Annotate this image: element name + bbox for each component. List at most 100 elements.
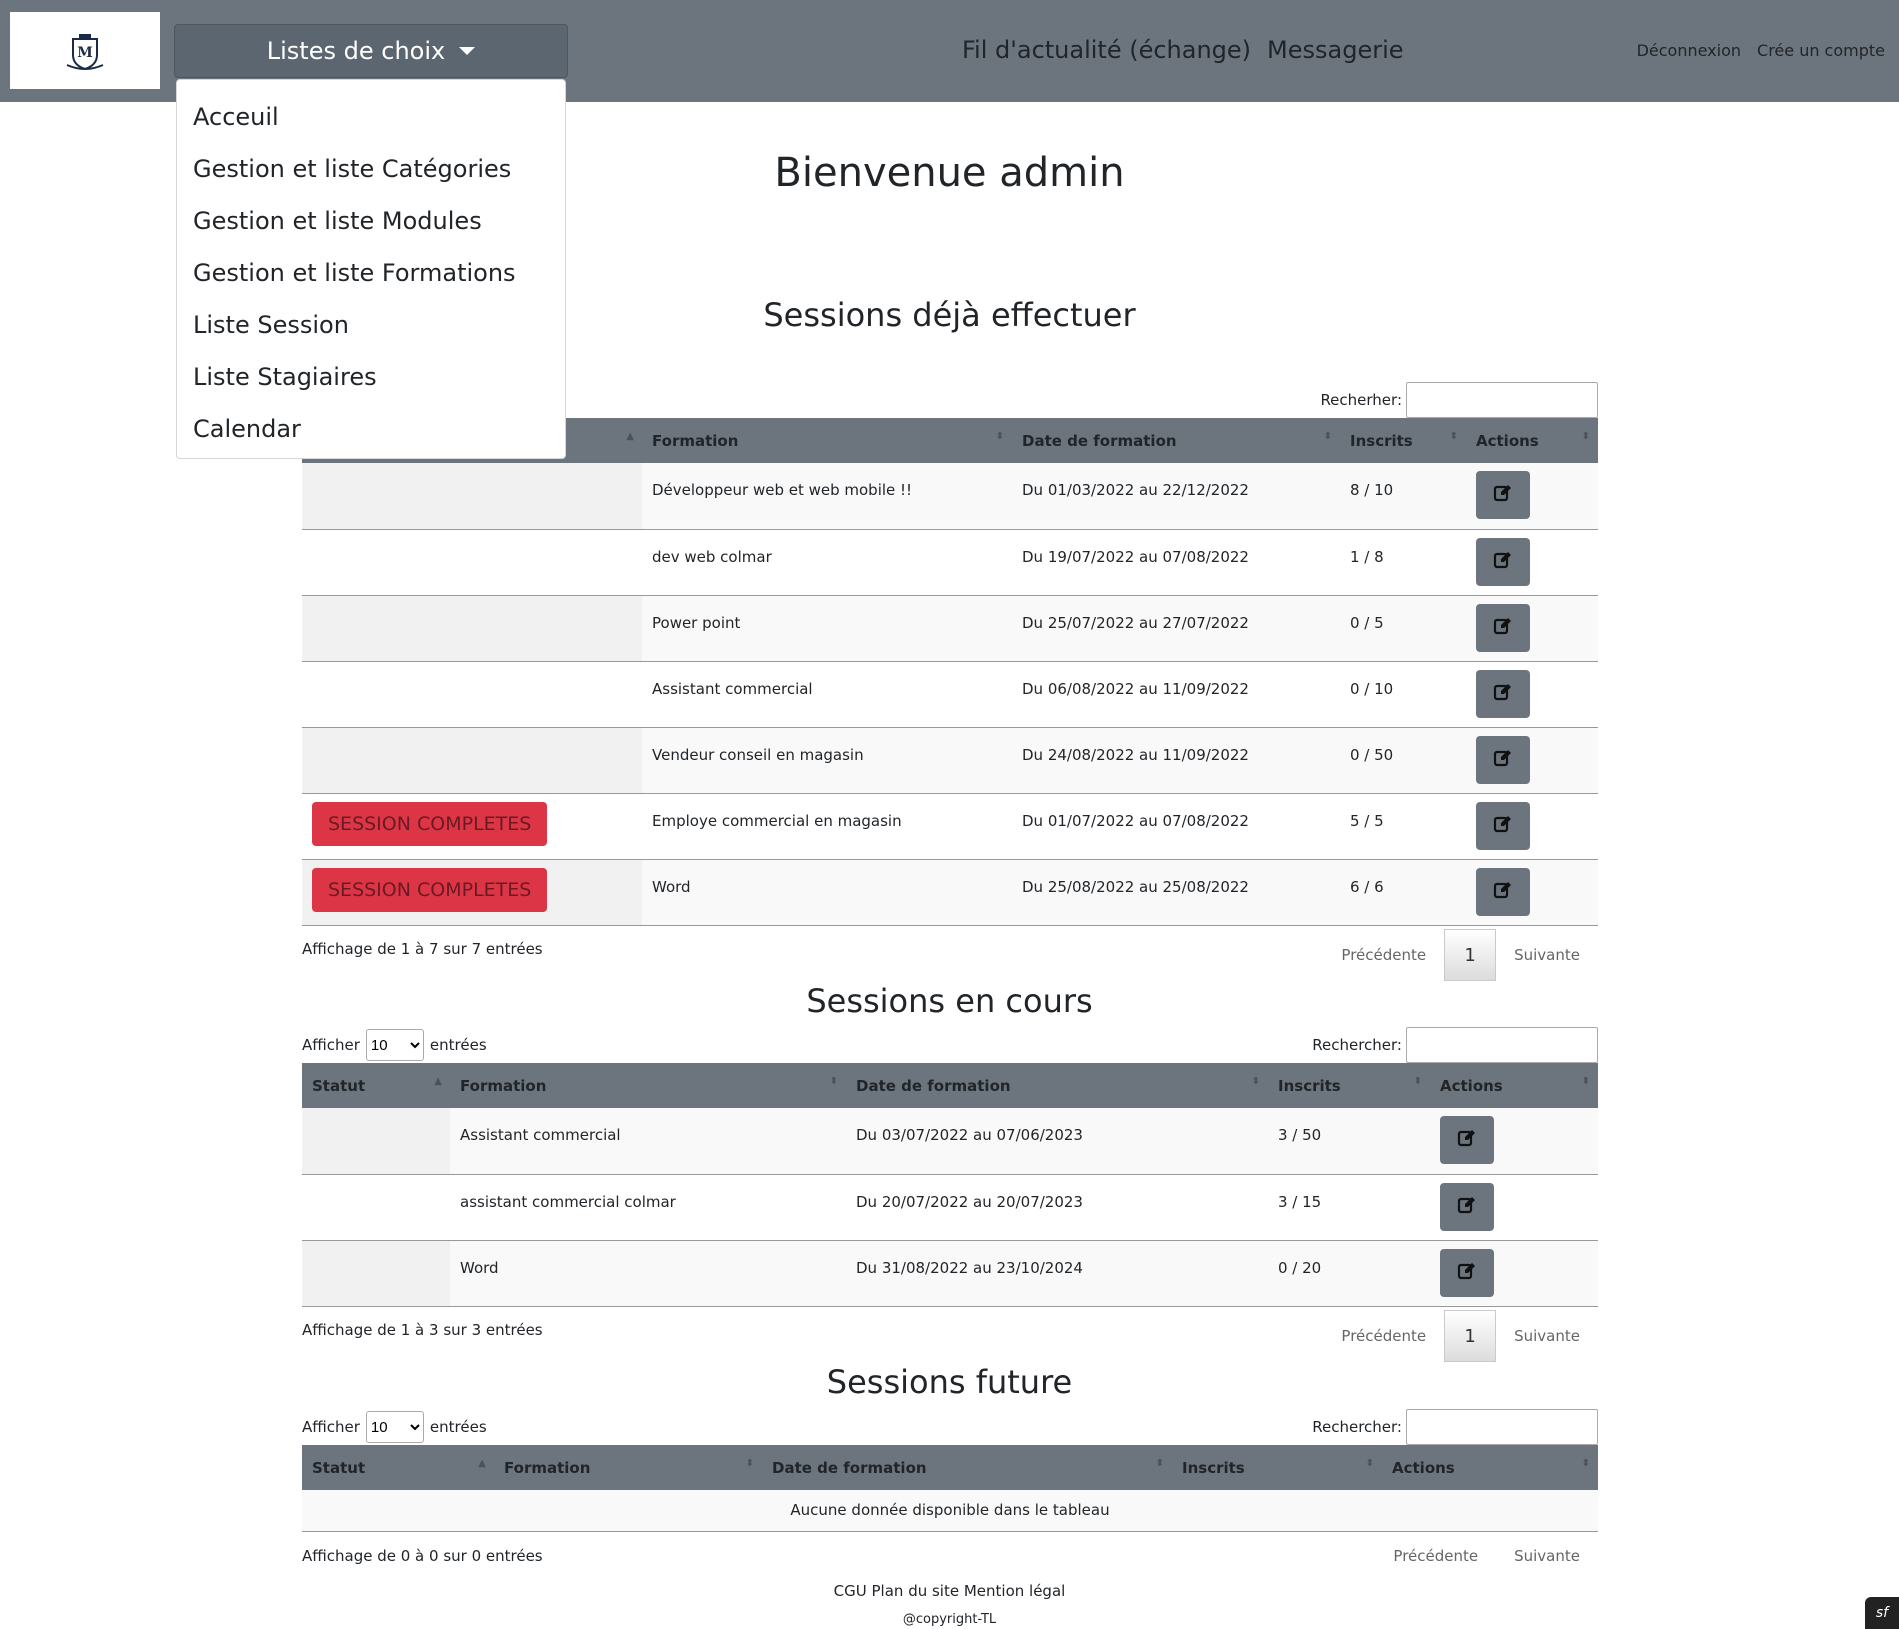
footer-links[interactable]: CGU Plan du site Mention légal xyxy=(0,1582,1899,1600)
column-header-formation[interactable]: Formation ⬍ xyxy=(450,1063,846,1108)
edit-button[interactable] xyxy=(1476,735,1530,784)
column-header-formation[interactable]: Formation ⬍ xyxy=(642,418,1012,463)
cell-actions xyxy=(1466,859,1598,925)
pagination-next[interactable]: Suivante xyxy=(1496,946,1598,964)
crest-logo-icon: M xyxy=(66,33,104,70)
cell-date: Du 25/08/2022 au 25/08/2022 xyxy=(1022,877,1249,896)
edit-button[interactable] xyxy=(1440,1116,1494,1164)
table-row: assistant commercial colmar Du 20/07/2022… xyxy=(302,1174,1598,1240)
column-header-statut[interactable]: Statut ▲ xyxy=(302,1445,494,1490)
edit-button[interactable] xyxy=(1476,603,1530,652)
nav-right-links: Déconnexion Crée un compte xyxy=(1637,41,1885,60)
page-length: Afficher 10 entrées xyxy=(302,1029,487,1061)
table-header-row: Statut ▲ Formation ⬍ Date de formation ⬍ In… xyxy=(302,1063,1598,1108)
edit-button[interactable] xyxy=(1476,867,1530,916)
pagination-page[interactable]: 1 xyxy=(1444,1310,1497,1362)
cell-actions xyxy=(1466,661,1598,727)
menu-item-categories[interactable]: Gestion et liste Catégories xyxy=(177,152,565,204)
edit-button[interactable] xyxy=(1440,1248,1494,1297)
column-header-date[interactable]: Date de formation ⬍ xyxy=(1012,418,1340,463)
sort-icon: ⬍ xyxy=(1581,431,1590,442)
cell-date: Du 19/07/2022 au 07/08/2022 xyxy=(1022,547,1249,566)
search-input[interactable] xyxy=(1406,382,1598,418)
column-header-inscrits[interactable]: Inscrits ⬍ xyxy=(1268,1063,1430,1108)
column-header-formation[interactable]: Formation ⬍ xyxy=(494,1445,762,1490)
menu-item-home[interactable]: Acceuil xyxy=(177,100,565,152)
pagination-next[interactable]: Suivante xyxy=(1496,1547,1598,1565)
table-row: SESSION COMPLETES Word Du 25/08/2022 au 25… xyxy=(302,859,1598,925)
caret-down-icon xyxy=(459,47,476,55)
edit-icon xyxy=(1493,483,1513,507)
pagination: Précédente 1 Suivante xyxy=(1323,929,1598,981)
empty-table-row: Aucune donnée disponible dans le tableau xyxy=(302,1490,1598,1531)
sort-icon: ⬍ xyxy=(745,1458,754,1469)
cell-statut xyxy=(302,529,642,595)
pagination-next[interactable]: Suivante xyxy=(1496,1327,1598,1345)
menu-item-modules[interactable]: Gestion et liste Modules xyxy=(177,204,565,256)
cell-inscrits: 0 / 50 xyxy=(1350,745,1394,764)
status-badge: SESSION COMPLETES xyxy=(312,801,548,846)
cell-statut: SESSION COMPLETES xyxy=(302,859,642,925)
sort-icon: ⬍ xyxy=(995,431,1004,442)
page-length-select[interactable]: 10 xyxy=(365,1411,424,1443)
table-row: Vendeur conseil en magasin Du 24/08/2022 … xyxy=(302,727,1598,793)
column-header-statut[interactable]: Statut ▲ xyxy=(302,1063,450,1108)
menu-item-sessions[interactable]: Liste Session xyxy=(177,308,565,360)
cell-formation: Assistant commercial xyxy=(652,679,813,698)
nav-link-news-feed[interactable]: Fil d'actualité (échange) xyxy=(962,36,1251,64)
column-header-actions[interactable]: Actions ⬍ xyxy=(1382,1445,1598,1490)
cell-inscrits: 0 / 20 xyxy=(1278,1258,1322,1277)
sort-icon: ⬍ xyxy=(829,1076,838,1087)
cell-actions xyxy=(1466,529,1598,595)
edit-button[interactable] xyxy=(1440,1182,1494,1231)
search-box: Recherher: xyxy=(1320,382,1598,418)
column-header-actions[interactable]: Actions ⬍ xyxy=(1430,1063,1598,1108)
nav-link-logout[interactable]: Déconnexion xyxy=(1637,41,1741,60)
symfony-toolbar-icon[interactable]: sf xyxy=(1865,1597,1899,1629)
search-input[interactable] xyxy=(1406,1027,1598,1063)
choices-dropdown-toggle[interactable]: Listes de choix xyxy=(174,24,568,78)
cell-actions xyxy=(1430,1240,1598,1306)
edit-button[interactable] xyxy=(1476,801,1530,850)
sort-icon: ⬍ xyxy=(1365,1458,1374,1469)
sort-icon: ▲ xyxy=(478,1458,486,1469)
table-row: Assistant commercial Du 03/07/2022 au 07/… xyxy=(302,1108,1598,1174)
column-header-inscrits[interactable]: Inscrits ⬍ xyxy=(1340,418,1466,463)
cell-date: Du 25/07/2022 au 27/07/2022 xyxy=(1022,613,1249,632)
cell-statut xyxy=(302,463,642,529)
column-header-date[interactable]: Date de formation ⬍ xyxy=(762,1445,1172,1490)
cell-inscrits: 0 / 5 xyxy=(1350,613,1384,632)
pagination-previous[interactable]: Précédente xyxy=(1323,946,1444,964)
menu-item-calendar[interactable]: Calendar xyxy=(177,412,565,464)
cell-date: Du 06/08/2022 au 11/09/2022 xyxy=(1022,679,1249,698)
pagination-previous[interactable]: Précédente xyxy=(1375,1547,1496,1565)
menu-item-formations[interactable]: Gestion et liste Formations xyxy=(177,256,565,308)
pagination-page[interactable]: 1 xyxy=(1444,929,1497,981)
entries-label: entrées xyxy=(429,1418,487,1436)
table-info: Affichage de 0 à 0 sur 0 entrées xyxy=(302,1547,543,1565)
column-header-date[interactable]: Date de formation ⬍ xyxy=(846,1063,1268,1108)
menu-item-trainees[interactable]: Liste Stagiaires xyxy=(177,360,565,412)
table-row: Assistant commercial Du 06/08/2022 au 11/… xyxy=(302,661,1598,727)
site-logo[interactable]: M xyxy=(10,12,160,89)
column-header-inscrits[interactable]: Inscrits ⬍ xyxy=(1172,1445,1382,1490)
edit-button[interactable] xyxy=(1476,669,1530,718)
nav-link-messaging[interactable]: Messagerie xyxy=(1267,36,1404,64)
cell-actions xyxy=(1430,1108,1598,1174)
search-input[interactable] xyxy=(1406,1409,1598,1445)
sessions-current-table: Statut ▲ Formation ⬍ Date de formation ⬍ In… xyxy=(302,1063,1598,1307)
nav-link-create-account[interactable]: Crée un compte xyxy=(1757,41,1885,60)
cell-statut xyxy=(302,1174,450,1240)
edit-icon xyxy=(1493,748,1513,772)
page-length-select[interactable]: 10 xyxy=(365,1029,424,1061)
cell-formation: Word xyxy=(652,877,691,896)
empty-table-message: Aucune donnée disponible dans le tableau xyxy=(302,1490,1598,1531)
pagination-previous[interactable]: Précédente xyxy=(1323,1327,1444,1345)
sort-icon: ⬍ xyxy=(1251,1076,1260,1087)
section-title-future: Sessions future xyxy=(826,1363,1073,1401)
table-row: SESSION COMPLETES Employe commercial en m… xyxy=(302,793,1598,859)
edit-button[interactable] xyxy=(1476,537,1530,586)
column-header-actions[interactable]: Actions ⬍ xyxy=(1466,418,1598,463)
edit-button[interactable] xyxy=(1476,471,1530,519)
edit-icon xyxy=(1493,616,1513,640)
